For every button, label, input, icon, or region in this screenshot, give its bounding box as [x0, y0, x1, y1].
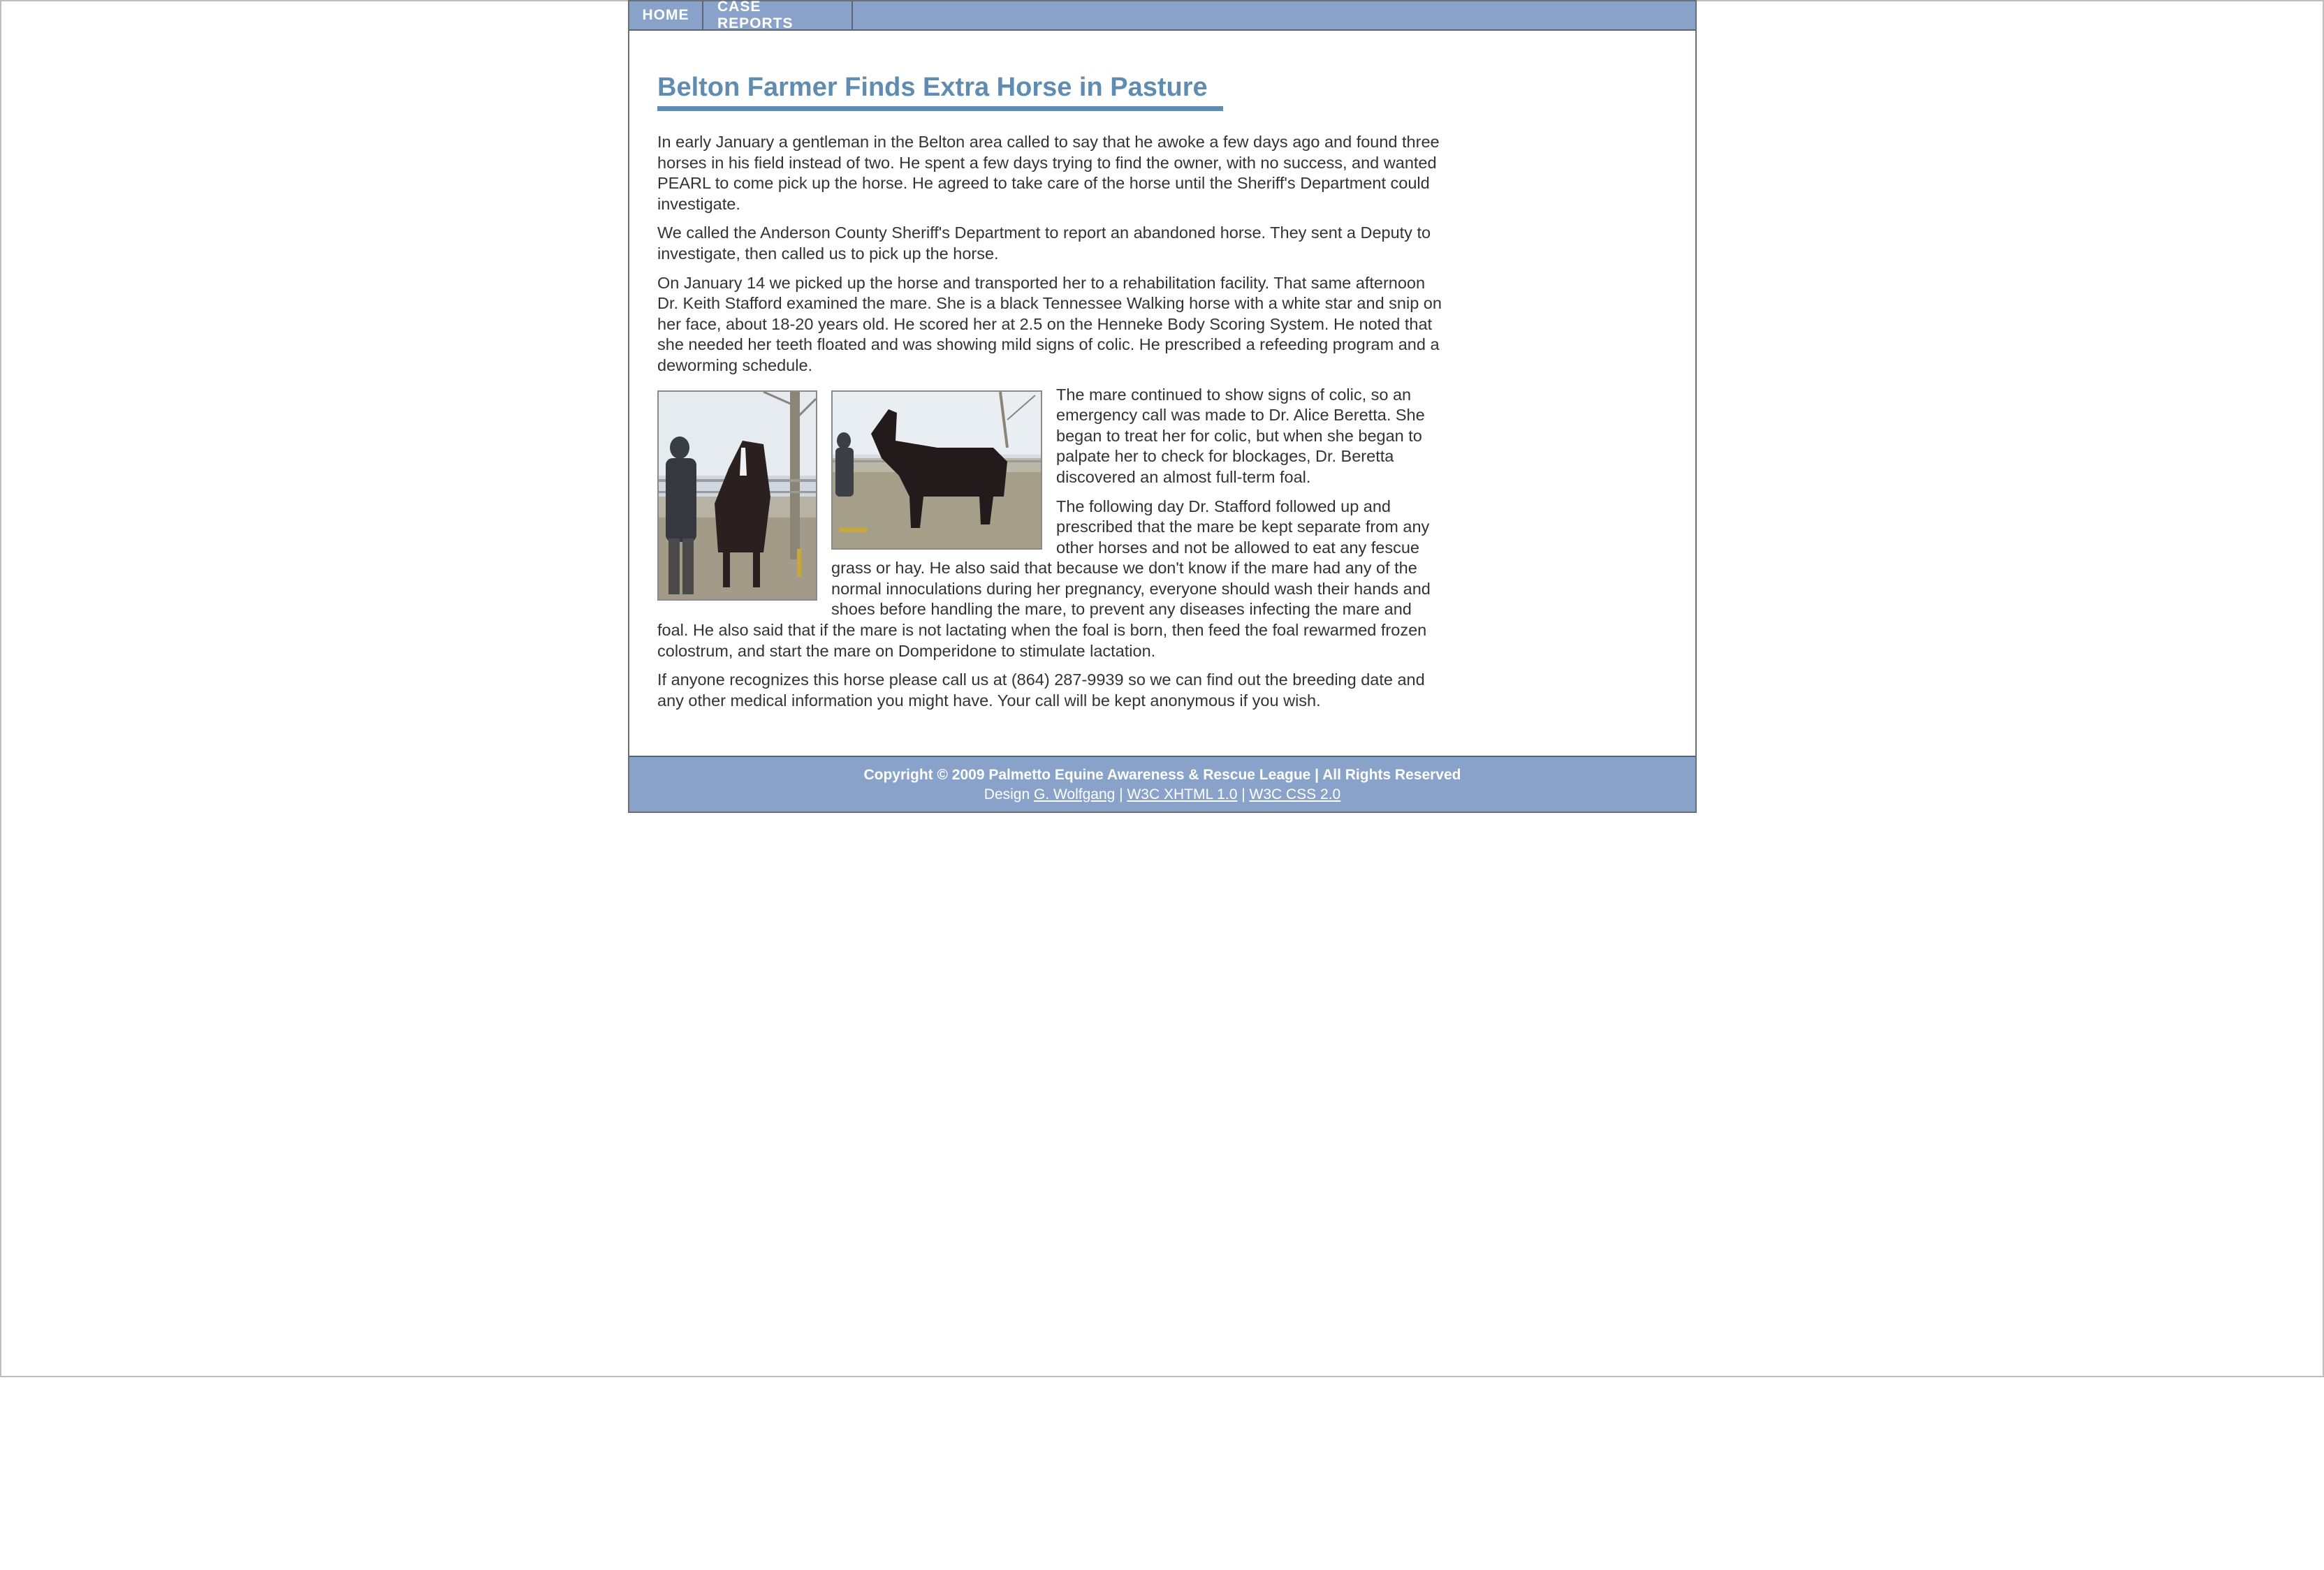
title-underline [657, 106, 1223, 111]
credits-line: Design G. Wolfgang | W3C XHTML 1.0 | W3C… [629, 785, 1695, 805]
horse-photo-1[interactable] [657, 390, 817, 601]
article: Belton Farmer Finds Extra Horse in Pastu… [657, 42, 1443, 711]
copyright-text: Copyright © 2009 Palmetto Equine Awarene… [863, 767, 1461, 783]
page-container: HOME CASE REPORTS Belton Farmer Finds Ex… [628, 0, 1697, 813]
article-paragraph: In early January a gentleman in the Belt… [657, 133, 1440, 213]
css-validation-link[interactable]: W3C CSS 2.0 [1250, 786, 1341, 802]
separator: | [1115, 786, 1127, 802]
footer: Copyright © 2009 Palmetto Equine Awarene… [629, 756, 1695, 812]
nav-case-reports[interactable]: CASE REPORTS [703, 0, 853, 31]
article-paragraph: On January 14 we picked up the horse and… [657, 273, 1442, 374]
nav-home[interactable]: HOME [629, 1, 703, 29]
designer-link[interactable]: G. Wolfgang [1034, 786, 1115, 802]
page-title: Belton Farmer Finds Extra Horse in Pastu… [657, 73, 1208, 102]
design-label: Design [984, 786, 1034, 802]
horse-side-view-image [833, 391, 1041, 548]
separator: | [1237, 786, 1250, 802]
xhtml-validation-link[interactable]: W3C XHTML 1.0 [1127, 786, 1237, 802]
article-paragraph: We called the Anderson County Sheriff's … [657, 223, 1431, 263]
horse-with-handler-image [659, 391, 816, 599]
article-paragraph: If anyone recognizes this horse please c… [657, 670, 1425, 710]
top-nav: HOME CASE REPORTS [629, 0, 1695, 31]
horse-photo-2[interactable] [831, 390, 1042, 550]
